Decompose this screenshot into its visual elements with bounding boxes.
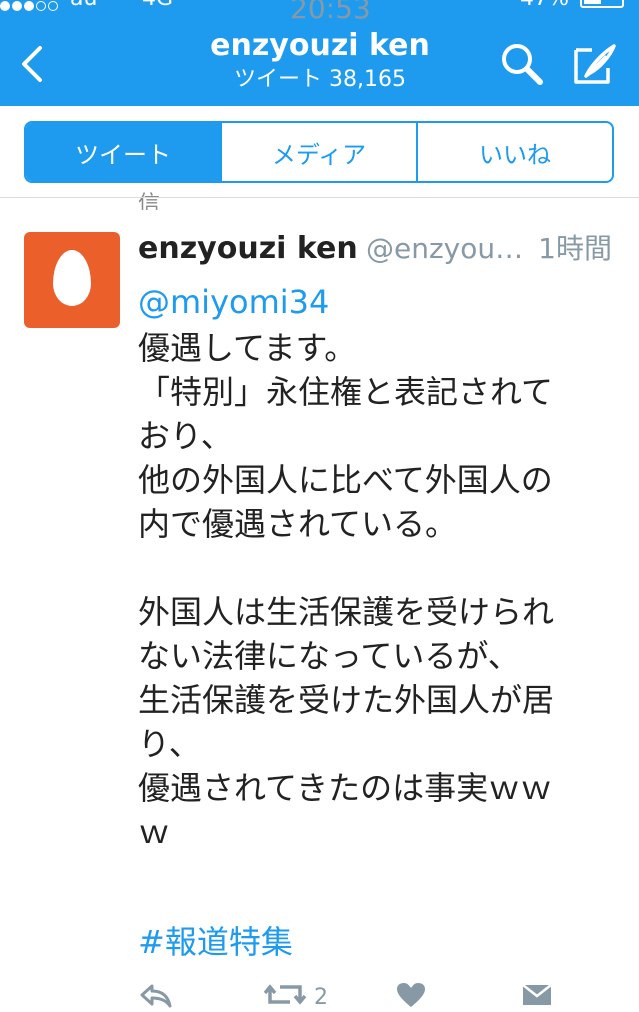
tweet-body: 優遇してます。 「特別」永住権と表記されて おり、 他の外国人に比べて外国人の …	[138, 326, 618, 854]
mention-link[interactable]: @miyomi34	[138, 280, 329, 324]
retweet-icon	[263, 984, 307, 1005]
tweet-text-line: り、	[138, 725, 201, 763]
hashtag-link[interactable]: #報道特集	[138, 920, 293, 964]
tweet-timestamp: 1時間	[538, 232, 612, 265]
direct-message-button[interactable]	[522, 982, 552, 1012]
back-button[interactable]	[18, 44, 48, 84]
tweet-text-line	[138, 546, 618, 590]
tweet-header: enzyouzi ken @enzyou… 1時間	[138, 226, 618, 272]
tweet-author-handle[interactable]: @enzyou…	[366, 226, 523, 272]
compose-button[interactable]	[570, 40, 618, 88]
default-egg-icon	[53, 250, 91, 306]
search-icon	[502, 44, 543, 85]
heart-icon	[397, 983, 425, 1007]
like-button[interactable]	[396, 982, 426, 1012]
previous-tweet-fragment: 信	[138, 192, 161, 210]
tweet-text-line: 内で優遇されている。	[138, 505, 458, 543]
avatar[interactable]	[24, 232, 120, 328]
profile-tabs: ツイート メディア いいね	[24, 121, 614, 183]
search-button[interactable]	[498, 40, 546, 88]
tab-tweets[interactable]: ツイート	[26, 123, 220, 181]
envelope-icon	[522, 984, 552, 1005]
page-title: enzyouzi ken	[210, 28, 430, 63]
tweet-text-line: ない法律になっているが、	[138, 637, 520, 675]
tweet-text-line: 外国人は生活保護を受けられ	[138, 593, 555, 631]
tweet-text-line: ｗ	[138, 813, 171, 851]
battery-icon	[580, 0, 624, 8]
chevron-left-icon	[22, 46, 42, 82]
status-bar: au 4G 20:53 47%	[0, 0, 639, 25]
carrier-label: au	[70, 0, 97, 11]
retweet-count: 2	[314, 985, 328, 1010]
tab-likes[interactable]: いいね	[416, 123, 612, 181]
reply-button[interactable]	[138, 982, 172, 1012]
tweet-actions: 2	[138, 982, 618, 1012]
tweet-count: ツイート 38,165	[234, 67, 406, 92]
tab-media[interactable]: メディア	[220, 123, 416, 181]
divider	[0, 197, 639, 198]
battery-percent: 47%	[520, 0, 569, 11]
network-label: 4G	[142, 0, 173, 11]
tweet-text-line: 優遇されてきたのは事実ｗｗ	[138, 769, 553, 807]
tweet-text-line: おり、	[138, 417, 233, 455]
compose-icon	[574, 44, 616, 84]
tweet-text-line: 「特別」永住権と表記されて	[138, 373, 554, 411]
retweet-button[interactable]	[263, 982, 308, 1012]
tweet-author-name[interactable]: enzyouzi ken	[138, 226, 358, 272]
tweet-text-line: 生活保護を受けた外国人が居	[138, 681, 555, 719]
app-header: au 4G 20:53 47% enzyouzi ken ツイート 38,165	[0, 0, 639, 106]
signal-strength-icon	[0, 0, 60, 17]
tweet-text-line: 他の外国人に比べて外国人の	[138, 461, 553, 499]
profile-title: enzyouzi ken ツイート 38,165	[120, 28, 520, 94]
tweet-text-line: 優遇してます。	[138, 329, 357, 367]
reply-icon	[140, 984, 172, 1008]
